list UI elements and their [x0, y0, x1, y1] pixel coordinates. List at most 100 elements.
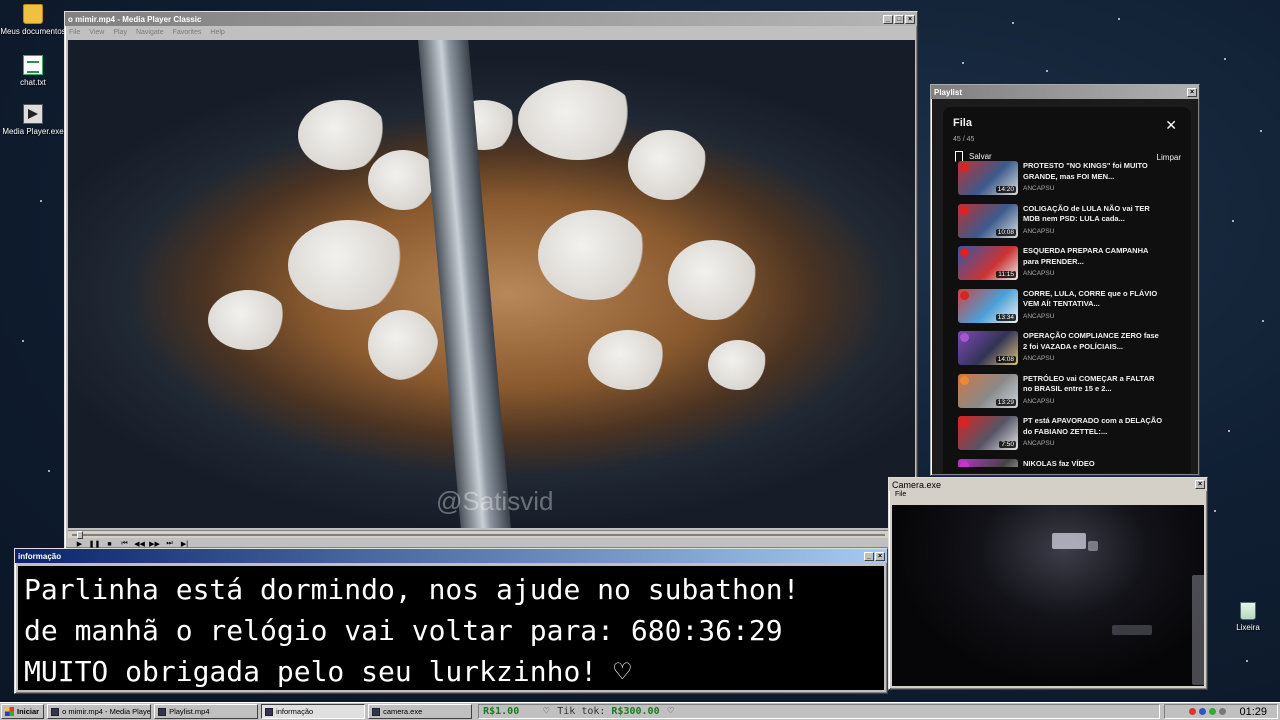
- taskbar-item-camera[interactable]: camera.exe: [368, 704, 473, 719]
- frame-step-icon[interactable]: ▶|: [177, 540, 192, 548]
- menu-bar: File View Play Navigate Favorites Help: [65, 26, 917, 38]
- desktop-icon-label: Media Player.exe: [2, 127, 64, 136]
- close-button[interactable]: ×: [1195, 480, 1205, 489]
- window-title: informação: [18, 551, 62, 561]
- heart-icon: ♡: [543, 706, 550, 717]
- camera-window[interactable]: Camera.exe × File: [888, 477, 1208, 690]
- video-thumbnail: 14:08: [958, 331, 1018, 365]
- windows-logo-icon: [5, 707, 14, 716]
- camera-icon: [372, 707, 381, 716]
- video-title: CORRE, LULA, CORRE que o FLÁVIO VEM AÍ! …: [1023, 288, 1158, 309]
- minimize-button[interactable]: _: [883, 14, 893, 24]
- rewind-icon[interactable]: ◀◀: [132, 540, 147, 548]
- video-frame[interactable]: @Satisvid: [68, 40, 915, 528]
- close-button[interactable]: ×: [1187, 87, 1197, 97]
- queue-item[interactable]: 14:08 OPERAÇÃO COMPLIANCE ZERO fase 2 fo…: [943, 327, 1191, 370]
- menu-navigate[interactable]: Navigate: [136, 29, 164, 36]
- info-window[interactable]: informação _ × Parlinha está dormindo, n…: [14, 548, 888, 694]
- channel-name: ANCAPSU: [1023, 355, 1055, 362]
- playlist-window[interactable]: Playlist × Fila 45 / 45 ✕ Salvar Limpar …: [930, 84, 1200, 476]
- channel-name: ANCAPSU: [1023, 185, 1055, 192]
- folder-icon: [23, 4, 43, 24]
- desktop-icon-chat[interactable]: chat.txt: [0, 55, 66, 87]
- menu-view[interactable]: View: [89, 29, 104, 36]
- queue-count: 45 / 45: [953, 136, 975, 143]
- task-label: camera.exe: [383, 707, 423, 716]
- minimize-button[interactable]: _: [864, 551, 874, 561]
- task-label: o mimir.mp4 - Media Player...: [62, 707, 152, 716]
- menu-help[interactable]: Help: [210, 29, 224, 36]
- tiktok-amount: R$300.00: [611, 706, 660, 717]
- video-thumbnail: 10:08: [958, 203, 1018, 238]
- pause-icon[interactable]: ❚❚: [87, 540, 102, 548]
- info-titlebar[interactable]: informação _ ×: [15, 549, 887, 563]
- media-player-icon: [51, 707, 60, 716]
- desktop-icon-media-player[interactable]: Media Player.exe: [0, 104, 66, 136]
- network-icon[interactable]: [1199, 708, 1207, 715]
- video-thumbnail: 13:34: [958, 288, 1018, 323]
- taskbar-item-playlist[interactable]: Playlist.mp4: [154, 704, 259, 719]
- camera-titlebar[interactable]: Camera.exe ×: [889, 478, 1207, 491]
- skip-back-icon[interactable]: ⏮: [117, 540, 132, 548]
- menu-play[interactable]: Play: [113, 29, 127, 36]
- tiktok-label: Tik tok:: [557, 706, 606, 717]
- desktop-icon-label: Lixeira: [1236, 623, 1260, 632]
- info-line: de manhã o relógio vai voltar para: 680:…: [24, 614, 783, 647]
- taskbar-item-media-player[interactable]: o mimir.mp4 - Media Player...: [47, 704, 152, 719]
- close-icon[interactable]: ✕: [1165, 117, 1177, 134]
- window-title: o mimir.mp4 - Media Player Classic: [68, 14, 202, 24]
- queue-list: 14:20 PROTESTO "NO KINGS" foi MUITO GRAN…: [943, 157, 1191, 467]
- channel-name: ANCAPSU: [1023, 227, 1055, 235]
- video-watermark: @Satisvid: [436, 486, 554, 516]
- taskbar-item-info[interactable]: informação: [261, 704, 366, 719]
- queue-item[interactable]: 13:34 CORRE, LULA, CORRE que o FLÁVIO VE…: [943, 285, 1191, 328]
- menu-favorites[interactable]: Favorites: [173, 29, 202, 36]
- camera-feed: [892, 505, 1204, 686]
- window-icon: [265, 707, 274, 716]
- menu-file[interactable]: File: [69, 29, 80, 36]
- playlist-icon: [158, 707, 167, 716]
- desktop-icon-recycle-bin[interactable]: Lixeira: [1215, 602, 1280, 632]
- clock[interactable]: 01:29: [1239, 706, 1267, 718]
- close-button[interactable]: ×: [875, 551, 885, 561]
- media-player-titlebar[interactable]: o mimir.mp4 - Media Player Classic _ □ ×: [65, 12, 917, 26]
- volume-icon[interactable]: [1219, 708, 1227, 715]
- fast-forward-icon[interactable]: ▶▶: [147, 540, 162, 548]
- recycle-bin-icon: [1240, 602, 1256, 620]
- seek-bar[interactable]: [68, 530, 915, 539]
- playlist-titlebar[interactable]: Playlist ×: [931, 85, 1199, 99]
- menu-file[interactable]: File: [889, 491, 1207, 502]
- video-title: NIKOLAS faz VÍDEO: [1023, 458, 1095, 468]
- info-message: Parlinha está dormindo, nos ajude no sub…: [18, 566, 884, 690]
- video-title: COLIGAÇÃO de LULA NÃO vai TER MDB nem PS…: [1023, 203, 1150, 224]
- media-player-window[interactable]: o mimir.mp4 - Media Player Classic _ □ ×…: [64, 11, 918, 549]
- desktop-icon-label: chat.txt: [20, 78, 46, 87]
- shield-icon[interactable]: [1189, 708, 1197, 715]
- stop-icon[interactable]: ■: [102, 541, 117, 548]
- video-thumbnail: 7:50: [958, 416, 1018, 450]
- channel-name: ANCAPSU: [1023, 440, 1055, 447]
- desktop-icon-documents[interactable]: Meus documentos: [0, 4, 66, 36]
- channel-name: ANCAPSU: [1023, 312, 1055, 320]
- video-title: ESQUERDA PREPARA CAMPANHA para PRENDER..…: [1023, 246, 1149, 266]
- chat-icon[interactable]: [1209, 708, 1217, 715]
- queue-item[interactable]: 11:15 ESQUERDA PREPARA CAMPANHA para PRE…: [943, 242, 1191, 285]
- task-label: Playlist.mp4: [169, 707, 210, 716]
- video-thumbnail: [958, 458, 1018, 467]
- channel-name: ANCAPSU: [1023, 270, 1055, 277]
- video-title: PT está APAVORADO com a DELAÇÃO do FABIA…: [1023, 416, 1163, 436]
- maximize-button[interactable]: □: [894, 14, 904, 24]
- play-icon[interactable]: ▶: [72, 540, 87, 548]
- queue-item[interactable]: 13:29 PETRÓLEO vai COMEÇAR a FALTAR no B…: [943, 370, 1191, 413]
- info-line: Parlinha está dormindo, nos ajude no sub…: [24, 573, 800, 606]
- queue-item[interactable]: NIKOLAS faz VÍDEO: [943, 455, 1191, 468]
- queue-item[interactable]: 7:50 PT está APAVORADO com a DELAÇÃO do …: [943, 412, 1191, 455]
- queue-item[interactable]: 10:08 COLIGAÇÃO de LULA NÃO vai TER MDB …: [943, 200, 1191, 243]
- queue-item[interactable]: 14:20 PROTESTO "NO KINGS" foi MUITO GRAN…: [943, 157, 1191, 200]
- start-button[interactable]: Iniciar: [1, 704, 45, 719]
- seek-thumb[interactable]: [77, 531, 84, 539]
- video-thumbnail: 13:29: [958, 373, 1018, 408]
- queue-title: Fila: [953, 117, 972, 129]
- skip-forward-icon[interactable]: ⏭: [162, 540, 177, 548]
- close-button[interactable]: ×: [905, 14, 915, 24]
